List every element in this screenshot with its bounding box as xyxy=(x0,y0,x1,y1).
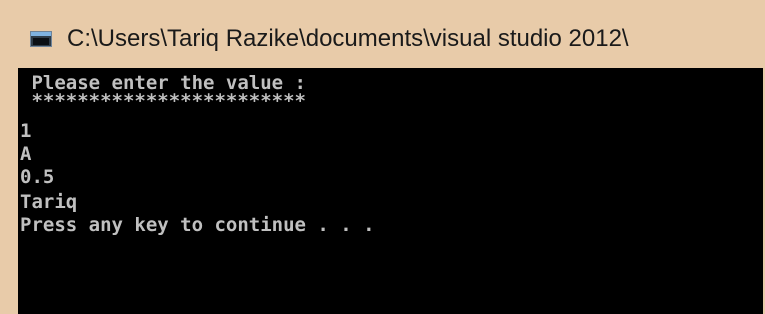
separator-line: ************************ xyxy=(20,90,306,112)
window-frame-left xyxy=(0,68,18,314)
console-output-area[interactable]: Please enter the value : ***************… xyxy=(18,68,763,314)
continue-prompt-line: Press any key to continue . . . xyxy=(20,214,375,236)
output-line-string: Tariq xyxy=(20,191,78,213)
output-line-float: 0.5 xyxy=(20,166,55,188)
window-title: C:\Users\Tariq Razike\documents\visual s… xyxy=(67,25,629,52)
output-line-integer: 1 xyxy=(20,120,32,142)
console-window-icon[interactable] xyxy=(30,31,52,47)
console-window: C:\Users\Tariq Razike\documents\visual s… xyxy=(0,0,765,314)
title-bar[interactable]: C:\Users\Tariq Razike\documents\visual s… xyxy=(0,0,765,68)
output-line-char: A xyxy=(20,143,32,165)
